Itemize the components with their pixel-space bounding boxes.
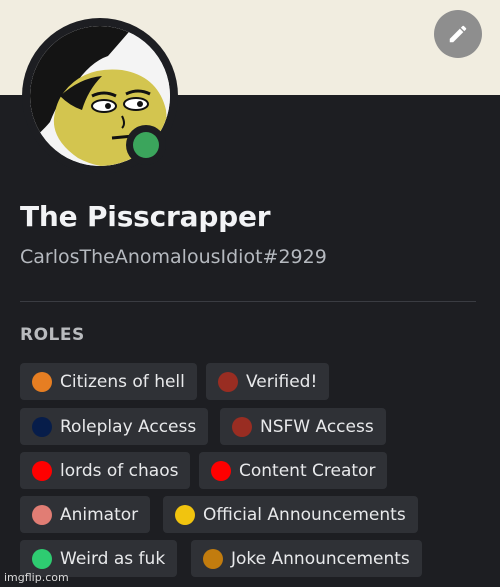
username-tag[interactable]: CarlosTheAnomalousIdiot#2929 xyxy=(20,246,327,268)
role-pill[interactable]: Verified! xyxy=(206,363,330,400)
role-label: Content Creator xyxy=(239,460,376,481)
role-pill[interactable]: Animator xyxy=(20,496,151,533)
role-color-dot xyxy=(232,416,252,437)
role-pill[interactable]: Citizens of hell xyxy=(20,363,197,400)
divider xyxy=(20,301,476,302)
watermark: imgflip.com xyxy=(4,571,69,584)
role-label: Joke Announcements xyxy=(231,548,410,569)
role-label: lords of chaos xyxy=(60,460,179,481)
role-label: Verified! xyxy=(246,371,318,392)
role-color-dot xyxy=(32,460,52,481)
role-pill[interactable]: lords of chaos xyxy=(20,452,191,489)
role-color-dot xyxy=(32,371,52,392)
role-color-dot xyxy=(203,548,223,569)
role-color-dot xyxy=(32,548,52,569)
role-color-dot xyxy=(211,460,231,481)
pencil-icon xyxy=(449,25,467,43)
role-color-dot xyxy=(32,416,52,437)
display-name: The Pisscrapper xyxy=(20,200,271,233)
role-label: NSFW Access xyxy=(260,416,374,437)
role-color-dot xyxy=(218,371,238,392)
role-label: Weird as fuk xyxy=(60,548,166,569)
role-color-dot xyxy=(175,504,195,525)
role-label: Roleplay Access xyxy=(60,416,197,437)
role-pill[interactable]: Official Announcements xyxy=(163,496,418,533)
role-pill[interactable]: Roleplay Access xyxy=(20,408,209,445)
role-label: Citizens of hell xyxy=(60,371,185,392)
roles-heading: ROLES xyxy=(20,325,85,345)
edit-profile-button[interactable] xyxy=(434,10,482,58)
role-pill[interactable]: Joke Announcements xyxy=(191,540,422,577)
role-pill[interactable]: Content Creator xyxy=(199,452,388,489)
role-color-dot xyxy=(32,504,52,525)
role-pill[interactable]: NSFW Access xyxy=(220,408,386,445)
online-status-dot xyxy=(133,132,159,158)
role-label: Animator xyxy=(60,504,139,525)
status-indicator xyxy=(126,125,166,165)
role-label: Official Announcements xyxy=(203,504,406,525)
